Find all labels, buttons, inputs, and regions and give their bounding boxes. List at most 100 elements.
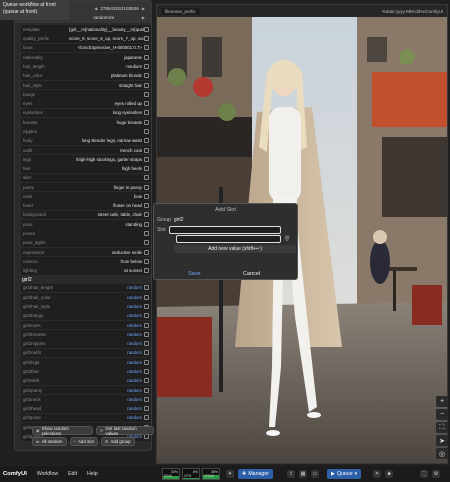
slot-input[interactable] xyxy=(168,226,281,234)
slot-value[interactable]: random xyxy=(69,415,144,420)
edit-icon[interactable] xyxy=(144,350,149,356)
slot-row[interactable]: nationality japanese xyxy=(21,52,151,62)
edit-icon[interactable] xyxy=(144,193,149,199)
slot-row[interactable]: pose_2girls xyxy=(21,238,151,248)
slot-row[interactable]: lighting at sunset xyxy=(21,266,151,275)
slot-row[interactable]: girl2legs random xyxy=(21,357,151,367)
save-button[interactable]: Save xyxy=(188,271,201,277)
prompt-node[interactable]: ◀ 2795432S21S0636 ▶ ◀ randomize ▶ templa… xyxy=(14,0,154,451)
slot-row[interactable]: neck bow xyxy=(21,192,151,201)
share-icon[interactable]: ⇪ xyxy=(287,470,295,478)
slot-row[interactable]: feet high heels xyxy=(21,164,151,173)
edit-icon[interactable] xyxy=(144,63,149,69)
edit-icon[interactable] xyxy=(144,249,149,255)
slot-value[interactable]: flower on head xyxy=(69,203,144,208)
seed-row[interactable]: ◀ 2795432S21S0636 ▶ xyxy=(94,4,145,12)
slot-value[interactable]: huge breasts xyxy=(69,120,144,125)
edit-icon[interactable] xyxy=(144,101,149,107)
slot-row[interactable]: outfit trench coat xyxy=(21,145,151,155)
edit-icon[interactable] xyxy=(144,26,149,32)
graph-canvas[interactable]: ◀ 2795432S21S0636 ▶ ◀ randomize ▶ templa… xyxy=(0,0,450,466)
terminal-icon[interactable]: ▭ xyxy=(311,470,319,478)
slot-value[interactable]: score_9, score_8_up, score_7_up, sour xyxy=(69,36,144,41)
slot-row[interactable]: girl2bangs random xyxy=(21,311,151,321)
slot-row[interactable]: quality_prefix score_9, score_8_up, score… xyxy=(21,34,151,43)
edit-icon[interactable] xyxy=(144,128,149,134)
queue-button[interactable]: ▶ Queue ▾ xyxy=(327,469,362,479)
slot-row[interactable]: breasts huge breasts xyxy=(21,117,151,127)
slot-value[interactable]: random xyxy=(69,397,144,402)
edit-icon[interactable] xyxy=(144,304,149,309)
chevron-right-icon[interactable]: ▶ xyxy=(142,6,145,11)
get-last-button[interactable]: ⟳ Get last random values xyxy=(95,426,154,436)
edit-icon[interactable] xyxy=(144,212,149,218)
edit-icon[interactable] xyxy=(144,91,149,97)
slot-value[interactable]: long eyelashes xyxy=(69,110,144,115)
slot-row[interactable]: pose2 xyxy=(21,229,151,238)
slot-value[interactable]: random xyxy=(69,313,144,318)
add-group-button[interactable]: ⊞ Add group xyxy=(100,437,135,446)
slot-row[interactable]: template {girl__m{nationality}__beauty__m… xyxy=(21,25,151,34)
edit-icon[interactable] xyxy=(144,45,149,51)
slot-value[interactable]: eyes rolled up xyxy=(69,101,144,106)
filename-prefix-label[interactable]: filename_prefix xyxy=(161,7,200,15)
slot-value[interactable]: straight hair xyxy=(69,83,144,88)
slot-value[interactable]: {girl__m{nationality}__beauty__m{quality… xyxy=(69,27,144,32)
cancel-button[interactable]: Cancel xyxy=(243,271,260,277)
edit-icon[interactable] xyxy=(144,110,149,116)
slot-value[interactable]: random xyxy=(69,388,144,393)
zoom-out-icon[interactable]: − xyxy=(436,409,448,420)
edit-icon[interactable] xyxy=(144,240,149,246)
puzzle-icon[interactable]: ✦ xyxy=(226,470,234,478)
slot-row[interactable]: girl2breasts random xyxy=(21,330,151,339)
edit-icon[interactable] xyxy=(144,415,149,421)
slot-row[interactable]: pose standing xyxy=(21,219,151,229)
slot-value[interactable]: street cafe, table, chair xyxy=(69,212,144,217)
edit-icon[interactable] xyxy=(144,221,149,227)
slot-value[interactable]: random xyxy=(69,304,144,309)
edit-icon[interactable] xyxy=(144,166,149,172)
slot-row[interactable]: girl2neck random xyxy=(21,394,151,404)
cancel-run-icon[interactable]: ✕ xyxy=(373,470,381,478)
slot-row[interactable]: legs thigh-high stockings, garter straps xyxy=(21,154,151,164)
edit-icon[interactable] xyxy=(144,231,149,237)
menu-workflow[interactable]: Workflow xyxy=(37,471,58,477)
slot-row[interactable]: background street cafe, table, chair xyxy=(21,210,151,220)
edit-icon[interactable] xyxy=(144,82,149,88)
slot-value[interactable]: standing xyxy=(69,222,144,227)
edit-icon[interactable] xyxy=(144,378,149,384)
filename-prefix-value[interactable]: %date:yyyy-MM-dd%/ComfyUI xyxy=(382,9,443,14)
slot-row[interactable]: camera from below xyxy=(21,257,151,266)
slot-value[interactable]: high heels xyxy=(69,166,144,171)
pointer-icon[interactable]: ➤ xyxy=(436,435,448,446)
slot-value[interactable]: random xyxy=(69,406,144,411)
slot-row[interactable]: hair_color platinum blonde xyxy=(21,71,151,81)
edit-icon[interactable] xyxy=(144,396,149,402)
gallery-icon[interactable]: ▦ xyxy=(299,470,307,478)
edit-icon[interactable] xyxy=(144,406,149,412)
slot-value[interactable]: random xyxy=(69,378,144,383)
slot-value[interactable]: trench coat xyxy=(69,148,144,153)
fit-view-icon[interactable]: ⛶ xyxy=(436,422,448,433)
slot-value[interactable]: random xyxy=(69,332,144,337)
chevron-left-icon[interactable]: ◀ xyxy=(94,6,97,11)
slot-row[interactable]: hair_style straight hair xyxy=(21,80,151,90)
slot-value[interactable]: bow xyxy=(69,194,144,199)
add-slot-button[interactable]: + Add slot xyxy=(69,437,98,446)
chevron-down-icon[interactable]: ▾ xyxy=(355,471,358,477)
slot-row[interactable]: body long slender legs, narrow waist xyxy=(21,136,151,146)
edit-icon[interactable] xyxy=(144,331,149,337)
all-random-button[interactable]: ⇄ All random xyxy=(32,437,67,446)
slot-value[interactable]: japanese xyxy=(69,55,144,60)
edit-icon[interactable] xyxy=(144,322,149,328)
slot-value[interactable]: thigh-high stockings, garter straps xyxy=(69,157,144,162)
slot-row[interactable]: girl2nipples random xyxy=(21,339,151,348)
slot-row[interactable]: eyelashes long eyelashes xyxy=(21,108,151,118)
menu-edit[interactable]: Edit xyxy=(68,471,77,477)
slot-value[interactable]: random xyxy=(69,350,144,355)
slot-value[interactable]: finger in pussy xyxy=(69,185,144,190)
menu-help[interactable]: Help xyxy=(87,471,98,477)
slot-value[interactable]: long slender legs, narrow waist xyxy=(69,138,144,143)
edit-icon[interactable] xyxy=(144,184,149,190)
slot-row[interactable]: head flower on head xyxy=(21,201,151,211)
